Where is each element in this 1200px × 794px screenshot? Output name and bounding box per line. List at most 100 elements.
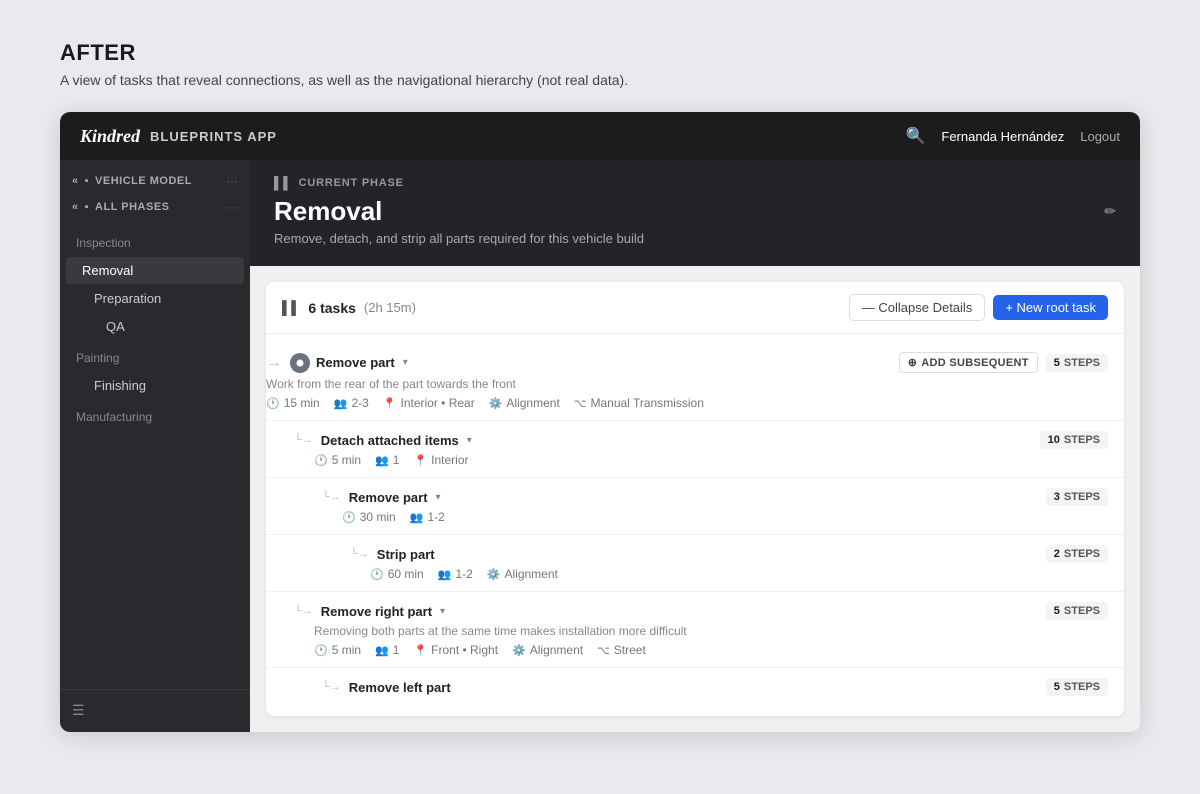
steps-label: STEPS: [1064, 548, 1100, 560]
sidebar-vehicle-icon: ▪: [85, 175, 89, 187]
logout-button[interactable]: Logout: [1080, 129, 1120, 144]
sidebar-phases-left: « ▪ ALL PHASES: [72, 201, 170, 213]
steps-badge: 5 STEPS: [1046, 678, 1108, 696]
table-row: └→ Remove left part 5 STEPS: [266, 668, 1124, 710]
search-icon[interactable]: 🔍: [905, 126, 925, 146]
meta-time: 🕐 5 min: [314, 453, 361, 467]
task-row-left: └→ Detach attached items ▾: [294, 433, 472, 448]
task-name: Remove left part: [349, 680, 451, 695]
task-dropdown-icon[interactable]: ▾: [467, 435, 472, 446]
task-name: Strip part: [377, 547, 435, 562]
sidebar-phases-menu[interactable]: ···: [226, 200, 238, 214]
top-nav: Kindred BLUEPRINTS APP 🔍 Fernanda Hernán…: [60, 112, 1140, 160]
task-row-header: └→ Remove left part 5 STEPS: [322, 678, 1108, 696]
sidebar-menu-icon[interactable]: ☰: [72, 702, 85, 718]
sidebar-item-removal[interactable]: Removal: [66, 257, 244, 284]
collapse-details-button[interactable]: — Collapse Details: [849, 294, 986, 321]
meta-alignment: ⚙️ Alignment: [512, 643, 583, 657]
sidebar-inspection-group: Removal Preparation QA: [60, 254, 250, 343]
phase-description: Remove, detach, and strip all parts requ…: [274, 231, 1116, 246]
meta-time: 🕐 5 min: [314, 643, 361, 657]
sidebar-inspection-label: Inspection: [60, 228, 250, 254]
phase-title-row: Removal ✏: [274, 196, 1116, 227]
task-row-header: → Remove part ▾ ⊕: [266, 352, 1108, 373]
steps-count: 10: [1048, 434, 1060, 446]
meta-location: 📍 Front • Right: [413, 643, 498, 657]
steps-label: STEPS: [1064, 357, 1100, 369]
clock-icon: 🕐: [314, 454, 328, 467]
task-count: ▌▌ 6 tasks (2h 15m): [282, 300, 416, 316]
location-icon: 📍: [383, 397, 397, 410]
tasks-bar-icon: ▌▌: [282, 300, 300, 315]
task-icon: [290, 353, 310, 373]
steps-count: 3: [1054, 491, 1060, 503]
clock-icon: 🕐: [342, 511, 356, 524]
task-meta: 🕐 5 min 👥 1 📍 Front • Right ⚙️ Alignment…: [294, 643, 1108, 657]
add-subsequent-button[interactable]: ⊕ ADD SUBSEQUENT: [899, 352, 1038, 373]
logo: Kindred: [80, 126, 140, 147]
phase-edit-icon[interactable]: ✏: [1104, 203, 1116, 220]
alignment-icon: ⚙️: [487, 568, 501, 581]
people-icon: 👥: [375, 454, 389, 467]
sidebar-painting-label: Painting: [60, 343, 250, 369]
sidebar-item-qa[interactable]: QA: [66, 313, 244, 340]
meta-people: 👥 2-3: [334, 396, 369, 410]
steps-badge: 5 STEPS: [1046, 354, 1108, 372]
phase-title: Removal: [274, 196, 382, 227]
task-meta: 🕐 60 min 👥 1-2 ⚙️ Alignment: [350, 567, 1108, 581]
task-arrow-icon: →: [266, 354, 282, 372]
sidebar-phases-header[interactable]: « ▪ ALL PHASES ···: [60, 194, 250, 220]
main-layout: « ▪ VEHICLE MODEL ··· « ▪ ALL PHASES ···: [60, 160, 1140, 732]
task-dropdown-icon[interactable]: ▾: [403, 357, 408, 368]
task-meta: 🕐 15 min 👥 2-3 📍 Interior • Rear ⚙️ Alig…: [266, 396, 1108, 410]
alignment-icon: ⚙️: [512, 644, 526, 657]
people-icon: 👥: [438, 568, 452, 581]
table-row: → Remove part ▾ ⊕: [266, 342, 1124, 421]
task-dropdown-icon[interactable]: ▾: [436, 492, 441, 503]
meta-people: 👥 1-2: [438, 567, 473, 581]
task-row-left: └→ Remove left part: [322, 680, 451, 695]
task-name: Remove part: [316, 355, 395, 370]
transmission-icon: ⌥: [574, 397, 587, 410]
sidebar-vehicle-left: « ▪ VEHICLE MODEL: [72, 175, 192, 187]
table-row: └→ Remove right part ▾ 5 STEPS: [266, 592, 1124, 668]
content-area: ▌▌ CURRENT PHASE Removal ✏ Remove, detac…: [250, 160, 1140, 732]
sidebar-vehicle-header[interactable]: « ▪ VEHICLE MODEL ···: [60, 168, 250, 194]
collapse-phases-icon: «: [72, 201, 79, 213]
clock-icon: 🕐: [314, 644, 328, 657]
meta-street: ⌥ Street: [597, 643, 646, 657]
sidebar-vehicle-label: VEHICLE MODEL: [95, 175, 192, 187]
sidebar-vehicle-menu[interactable]: ···: [226, 174, 238, 188]
nav-user: Fernanda Hernández: [941, 129, 1064, 144]
meta-people: 👥 1: [375, 453, 399, 467]
sidebar-vehicle-section: « ▪ VEHICLE MODEL ··· « ▪ ALL PHASES ···: [60, 160, 250, 228]
sidebar-item-preparation[interactable]: Preparation: [66, 285, 244, 312]
sidebar-bottom: ☰: [60, 689, 250, 732]
sidebar-item-finishing[interactable]: Finishing: [66, 372, 244, 399]
task-row-header: └→ Strip part 2 STEPS: [350, 545, 1108, 563]
task-meta: 🕐 5 min 👥 1 📍 Interior: [294, 453, 1108, 467]
current-phase-label: ▌▌ CURRENT PHASE: [274, 176, 1116, 190]
meta-time: 🕐 15 min: [266, 396, 320, 410]
steps-badge: 10 STEPS: [1040, 431, 1108, 449]
connector-icon: └→: [322, 681, 341, 693]
connector-icon: └→: [294, 434, 313, 446]
table-row: └→ Detach attached items ▾ 10 STEPS: [266, 421, 1124, 478]
people-icon: 👥: [334, 397, 348, 410]
connector-icon: └→: [350, 548, 369, 560]
meta-transmission: ⌥ Manual Transmission: [574, 396, 704, 410]
task-dropdown-icon[interactable]: ▾: [440, 606, 445, 617]
page-heading: AFTER: [60, 40, 1140, 66]
app-window: Kindred BLUEPRINTS APP 🔍 Fernanda Hernán…: [60, 112, 1140, 732]
task-row-left: └→ Remove right part ▾: [294, 604, 445, 619]
page-header: AFTER A view of tasks that reveal connec…: [60, 40, 1140, 88]
meta-time: 🕐 60 min: [370, 567, 424, 581]
task-description: Work from the rear of the part towards t…: [266, 377, 1108, 391]
sidebar-phases-icon: ▪: [85, 201, 89, 213]
collapse-icon: «: [72, 175, 79, 187]
task-name: Detach attached items: [321, 433, 459, 448]
add-subsequent-icon: ⊕: [908, 356, 918, 369]
new-root-task-button[interactable]: + New root task: [993, 295, 1108, 320]
steps-label: STEPS: [1064, 491, 1100, 503]
task-row-right: 2 STEPS: [1046, 545, 1108, 563]
